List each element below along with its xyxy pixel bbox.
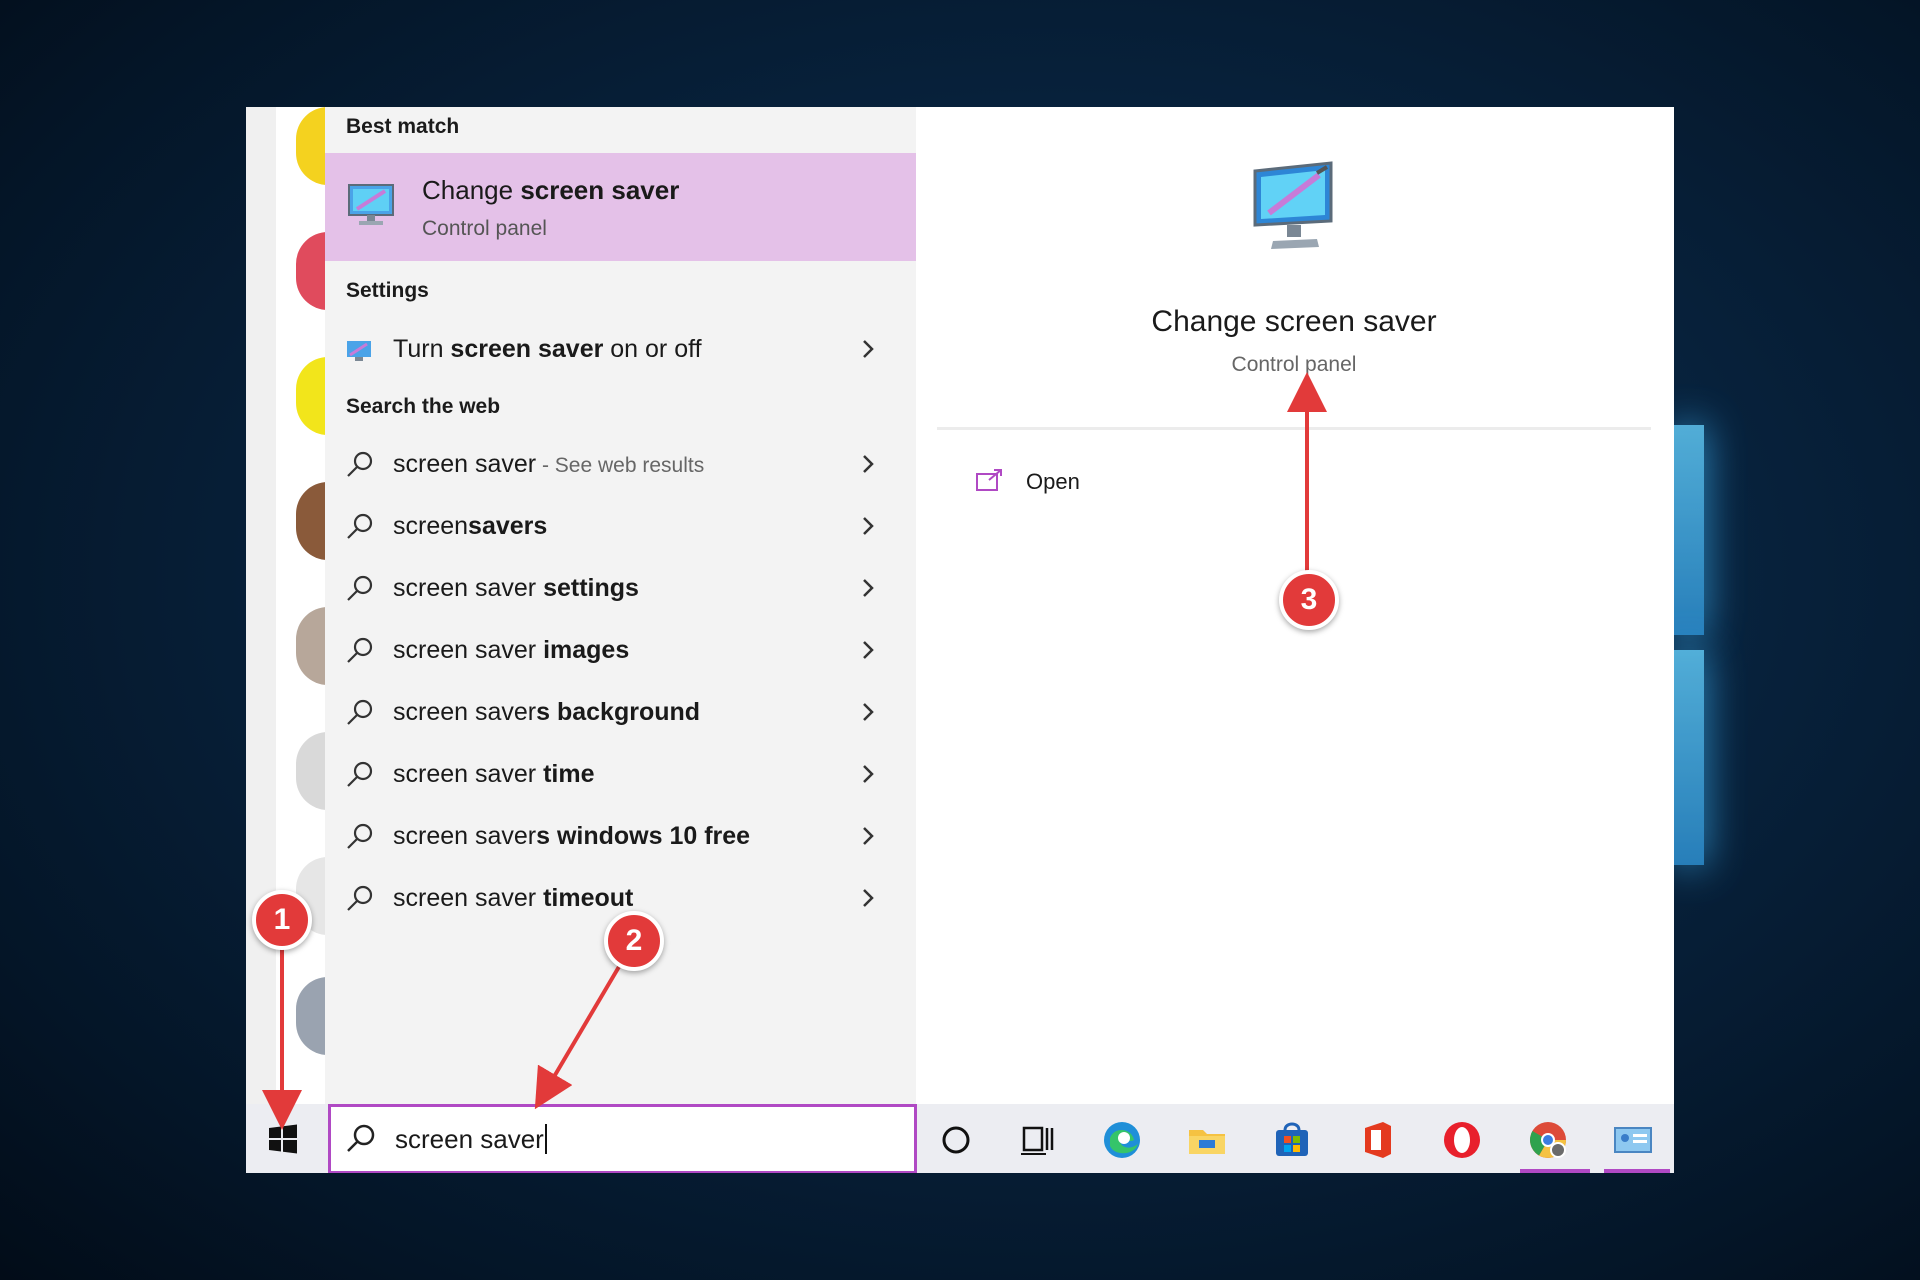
chevron-right-icon bbox=[863, 579, 874, 597]
active-indicator bbox=[1520, 1169, 1590, 1173]
search-web-header: Search the web bbox=[346, 395, 501, 418]
web-result-item[interactable]: screen saver time bbox=[325, 748, 916, 800]
search-icon bbox=[347, 1124, 375, 1152]
best-match-subtitle: Control panel bbox=[422, 217, 547, 240]
control-panel-icon[interactable] bbox=[1611, 1118, 1655, 1162]
text-caret bbox=[544, 1124, 547, 1154]
start-button[interactable] bbox=[268, 1124, 298, 1154]
microsoft-store-icon[interactable] bbox=[1270, 1118, 1314, 1162]
screen-saver-small-icon bbox=[347, 341, 371, 361]
best-match-header: Best match bbox=[346, 115, 460, 138]
settings-header: Settings bbox=[346, 279, 429, 302]
start-left-strip bbox=[246, 107, 328, 1104]
file-explorer-icon[interactable] bbox=[1185, 1118, 1229, 1162]
chevron-right-icon bbox=[863, 765, 874, 783]
search-icon bbox=[347, 513, 373, 539]
screen-saver-icon bbox=[348, 184, 394, 225]
chevron-right-icon bbox=[863, 827, 874, 845]
web-result-item[interactable]: screen saver - See web results bbox=[325, 438, 916, 490]
open-icon bbox=[976, 469, 1002, 491]
wallpaper-logo-panel bbox=[1674, 425, 1704, 635]
web-result-item[interactable]: screen saver settings bbox=[325, 562, 916, 614]
open-label: Open bbox=[1026, 469, 1080, 494]
web-result-item[interactable]: screen savers windows 10 free bbox=[325, 810, 916, 862]
wallpaper-logo-panel bbox=[1674, 650, 1704, 865]
annotation-badge-1: 1 bbox=[252, 890, 312, 950]
search-value: screen saver bbox=[395, 1124, 544, 1154]
office-icon[interactable] bbox=[1355, 1118, 1399, 1162]
chevron-right-icon bbox=[863, 703, 874, 721]
detail-subtitle: Control panel bbox=[1231, 353, 1357, 376]
settings-item-screen-saver[interactable]: Turn screen saver on or off bbox=[325, 323, 916, 375]
chevron-right-icon bbox=[863, 889, 874, 907]
search-icon bbox=[347, 885, 373, 911]
detail-title: Change screen saver bbox=[1151, 305, 1437, 338]
search-icon bbox=[347, 451, 373, 477]
web-result-item[interactable]: screen savers background bbox=[325, 686, 916, 738]
task-view-icon[interactable] bbox=[1016, 1118, 1060, 1162]
screen-saver-large-icon bbox=[1253, 161, 1333, 249]
taskbar: screen saver bbox=[246, 1104, 1674, 1173]
chrome-icon[interactable] bbox=[1526, 1118, 1570, 1162]
chevron-right-icon bbox=[863, 455, 874, 473]
search-icon bbox=[347, 823, 373, 849]
search-icon bbox=[347, 761, 373, 787]
start-search-window: Best match Change screen saver Control p… bbox=[246, 107, 1674, 1173]
web-result-item[interactable]: screensavers bbox=[325, 500, 916, 552]
chevron-right-icon bbox=[863, 340, 874, 358]
chevron-right-icon bbox=[863, 641, 874, 659]
search-icon bbox=[347, 699, 373, 725]
chevron-right-icon bbox=[863, 517, 874, 535]
cortana-icon[interactable] bbox=[934, 1118, 978, 1162]
active-indicator bbox=[1604, 1169, 1670, 1173]
search-icon bbox=[347, 637, 373, 663]
search-icon bbox=[347, 575, 373, 601]
annotation-badge-2: 2 bbox=[604, 911, 664, 971]
taskbar-search-input[interactable]: screen saver bbox=[328, 1104, 917, 1173]
best-match-title: Change screen saver bbox=[422, 175, 680, 205]
edge-icon[interactable] bbox=[1100, 1118, 1144, 1162]
web-result-item[interactable]: screen saver images bbox=[325, 624, 916, 676]
best-match-item[interactable]: Change screen saver Control panel bbox=[325, 153, 916, 261]
opera-icon[interactable] bbox=[1440, 1118, 1484, 1162]
annotation-badge-3: 3 bbox=[1279, 570, 1339, 630]
